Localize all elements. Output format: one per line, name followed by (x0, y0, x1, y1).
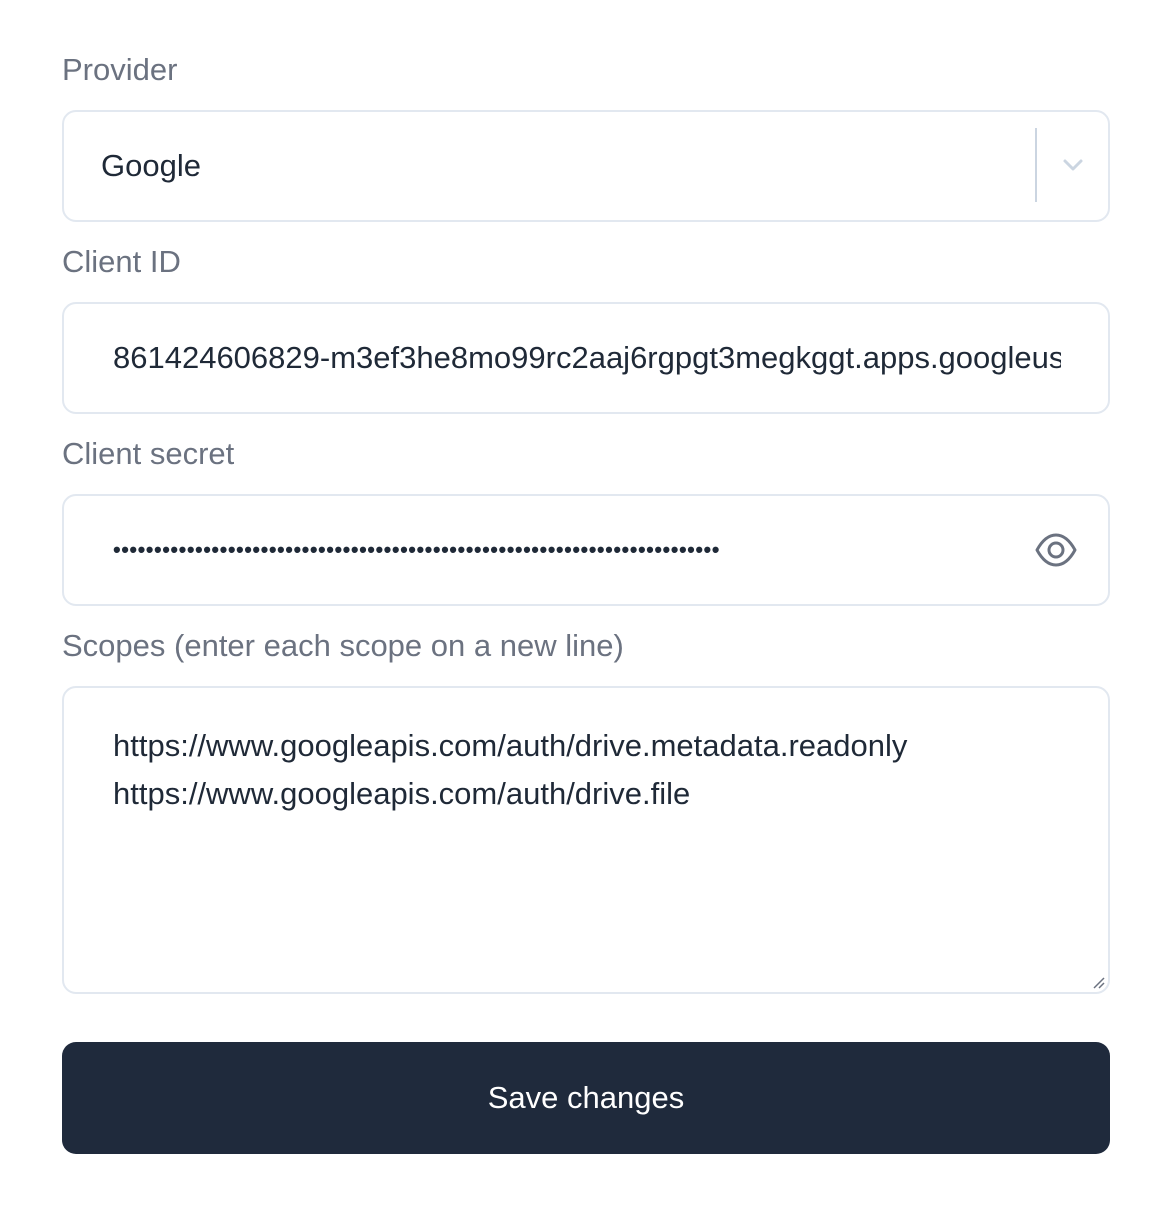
scopes-textarea[interactable]: https://www.googleapis.com/auth/drive.me… (62, 686, 1110, 994)
client-secret-label: Client secret (62, 436, 235, 471)
scope-line: https://www.googleapis.com/auth/drive.fi… (113, 776, 691, 811)
chevron-down-icon[interactable] (1058, 150, 1088, 180)
client-secret-field[interactable]: ••••••••••••••••••••••••••••••••••••••••… (62, 494, 1110, 606)
client-id-label: Client ID (62, 244, 181, 279)
provider-select-value: Google (101, 148, 201, 183)
scope-line: https://www.googleapis.com/auth/drive.me… (113, 728, 908, 763)
scopes-text: https://www.googleapis.com/auth/drive.me… (113, 722, 907, 818)
client-secret-value: ••••••••••••••••••••••••••••••••••••••••… (113, 537, 720, 562)
provider-label: Provider (62, 52, 178, 87)
scopes-label: Scopes (enter each scope on a new line) (62, 628, 624, 663)
provider-select[interactable]: Google (62, 110, 1110, 222)
save-button[interactable]: Save changes (62, 1042, 1110, 1154)
client-id-value: 861424606829-m3ef3he8mo99rc2aaj6rgpgt3me… (113, 340, 1061, 375)
resize-handle-icon[interactable] (1090, 974, 1106, 990)
eye-icon[interactable] (1034, 530, 1078, 570)
client-id-field[interactable]: 861424606829-m3ef3he8mo99rc2aaj6rgpgt3me… (62, 302, 1110, 414)
select-divider (1035, 128, 1037, 202)
oauth-settings-form: Provider Google Client ID 861424606829-m… (0, 0, 1168, 1206)
